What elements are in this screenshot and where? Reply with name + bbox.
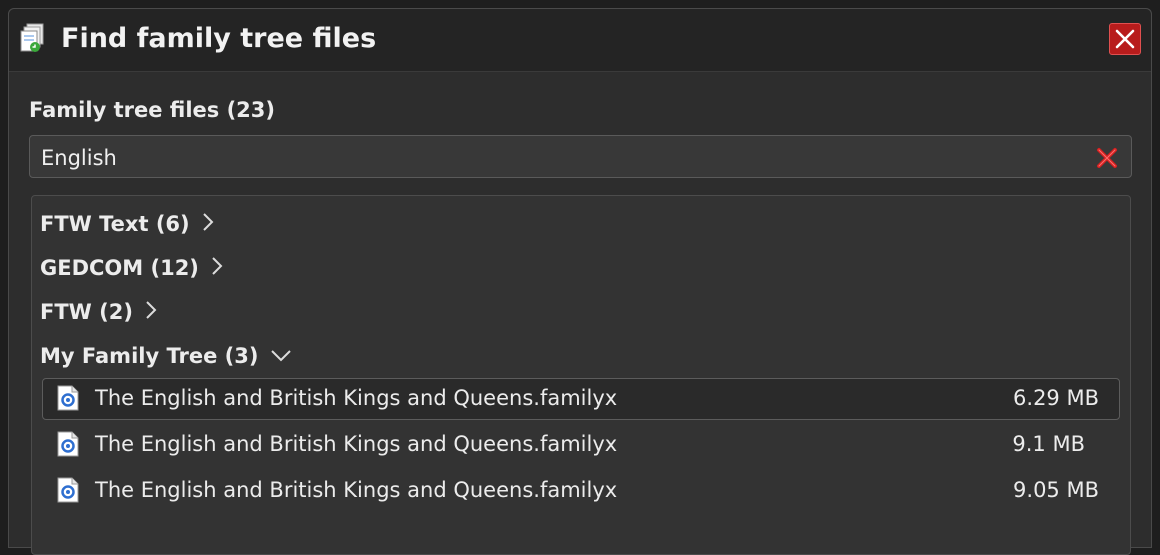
find-files-dialog: Find family tree files Family tree files… [8,8,1152,555]
chevron-right-icon [202,212,214,237]
group-my-family-tree[interactable]: My Family Tree (3) [40,338,292,374]
file-size: 6.29 MB [1013,386,1099,410]
search-box [29,135,1132,178]
title-bar: Find family tree files [9,9,1151,72]
close-button[interactable] [1109,23,1141,55]
file-name: The English and British Kings and Queens… [95,478,618,502]
file-size: 9.05 MB [1013,478,1099,502]
family-file-icon [57,477,79,503]
group-label: FTW Text (6) [40,212,190,236]
group-ftw[interactable]: FTW (2) [40,294,157,330]
file-list-panel: FTW Text (6) GEDCOM (12) FTW (2) My Fami… [31,195,1131,555]
chevron-right-icon [211,256,223,281]
group-gedcom[interactable]: GEDCOM (12) [40,250,223,286]
file-row[interactable]: The English and British Kings and Queens… [42,470,1120,512]
search-input[interactable] [39,142,1083,174]
group-label: FTW (2) [40,300,133,324]
file-name: The English and British Kings and Queens… [95,432,618,456]
file-row[interactable]: The English and British Kings and Queens… [42,378,1120,420]
file-name: The English and British Kings and Queens… [95,386,618,410]
group-ftw-text[interactable]: FTW Text (6) [40,206,214,242]
family-file-icon [57,385,79,411]
documents-icon [19,23,47,53]
files-count-label: Family tree files (23) [29,98,275,122]
file-row[interactable]: The English and British Kings and Queens… [42,424,1120,466]
close-icon [1115,29,1135,49]
chevron-right-icon [145,300,157,325]
file-size: 9.1 MB [1012,432,1085,456]
window-title: Find family tree files [61,23,377,54]
chevron-down-icon [270,344,292,368]
clear-icon [1097,148,1117,168]
clear-search-button[interactable] [1095,146,1119,170]
family-file-icon [57,431,79,457]
group-label: My Family Tree (3) [40,344,259,368]
group-label: GEDCOM (12) [40,256,199,280]
